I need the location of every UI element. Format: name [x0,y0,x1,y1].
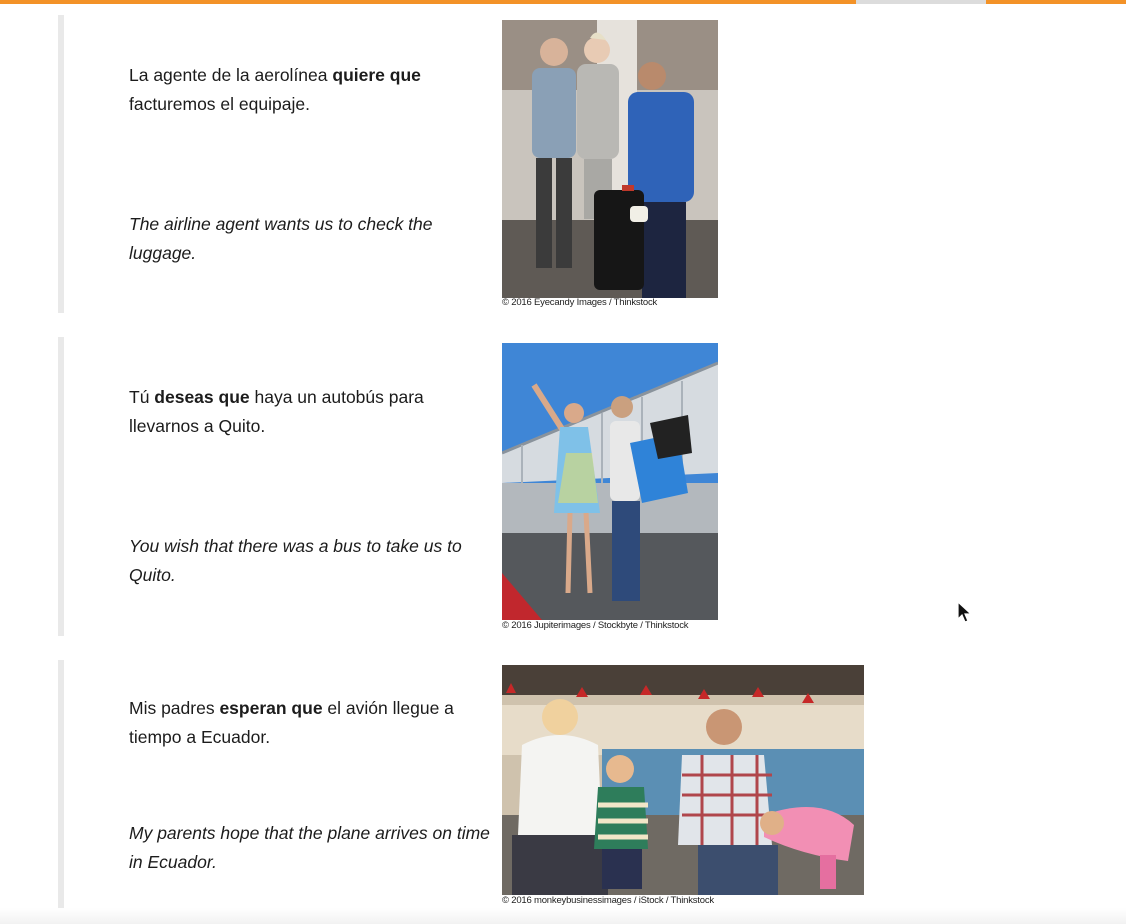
page-footer [0,908,1126,924]
spanish-text-pre: Mis padres [129,698,220,718]
spanish-key-phrase: esperan que [219,698,323,718]
example-card-2: Tú deseas que haya un autobús para lleva… [58,337,878,637]
progress-bar [0,0,1126,4]
spanish-key-phrase: deseas que [154,387,250,407]
spanish-sentence: Tú deseas que haya un autobús para lleva… [129,383,489,441]
card-rule [58,660,64,910]
english-translation: You wish that there was a bus to take us… [129,536,462,585]
airline-agent-photo [502,20,718,298]
spanish-key-phrase: quiere que [332,65,421,85]
airport-couple-photo [502,343,718,620]
photo-credit: © 2016 Jupiterimages / Stockbyte / Think… [502,620,689,631]
progress-bar-gap [856,0,986,4]
family-waiting-photo [502,665,864,895]
spanish-text-pre: Tú [129,387,155,407]
photo-credit: © 2016 Eyecandy Images / Thinkstock [502,297,658,308]
english-translation: The airline agent wants us to check the … [129,214,433,263]
example-card-1: La agente de la aerolínea quiere que fac… [58,15,878,315]
spanish-sentence: Mis padres esperan que el avión llegue a… [129,694,491,752]
english-translation: My parents hope that the plane arrives o… [129,823,490,872]
spanish-text-pre: La agente de la aerolínea [129,65,333,85]
card-rule [58,337,64,636]
example-card-3: Mis padres esperan que el avión llegue a… [58,660,878,910]
mouse-pointer-icon [957,600,973,630]
card-rule [58,15,64,313]
photo-credit: © 2016 monkeybusinessimages / iStock / T… [502,895,714,906]
spanish-sentence: La agente de la aerolínea quiere que fac… [129,61,489,119]
spanish-text-post: facturemos el equipaje. [129,94,310,114]
